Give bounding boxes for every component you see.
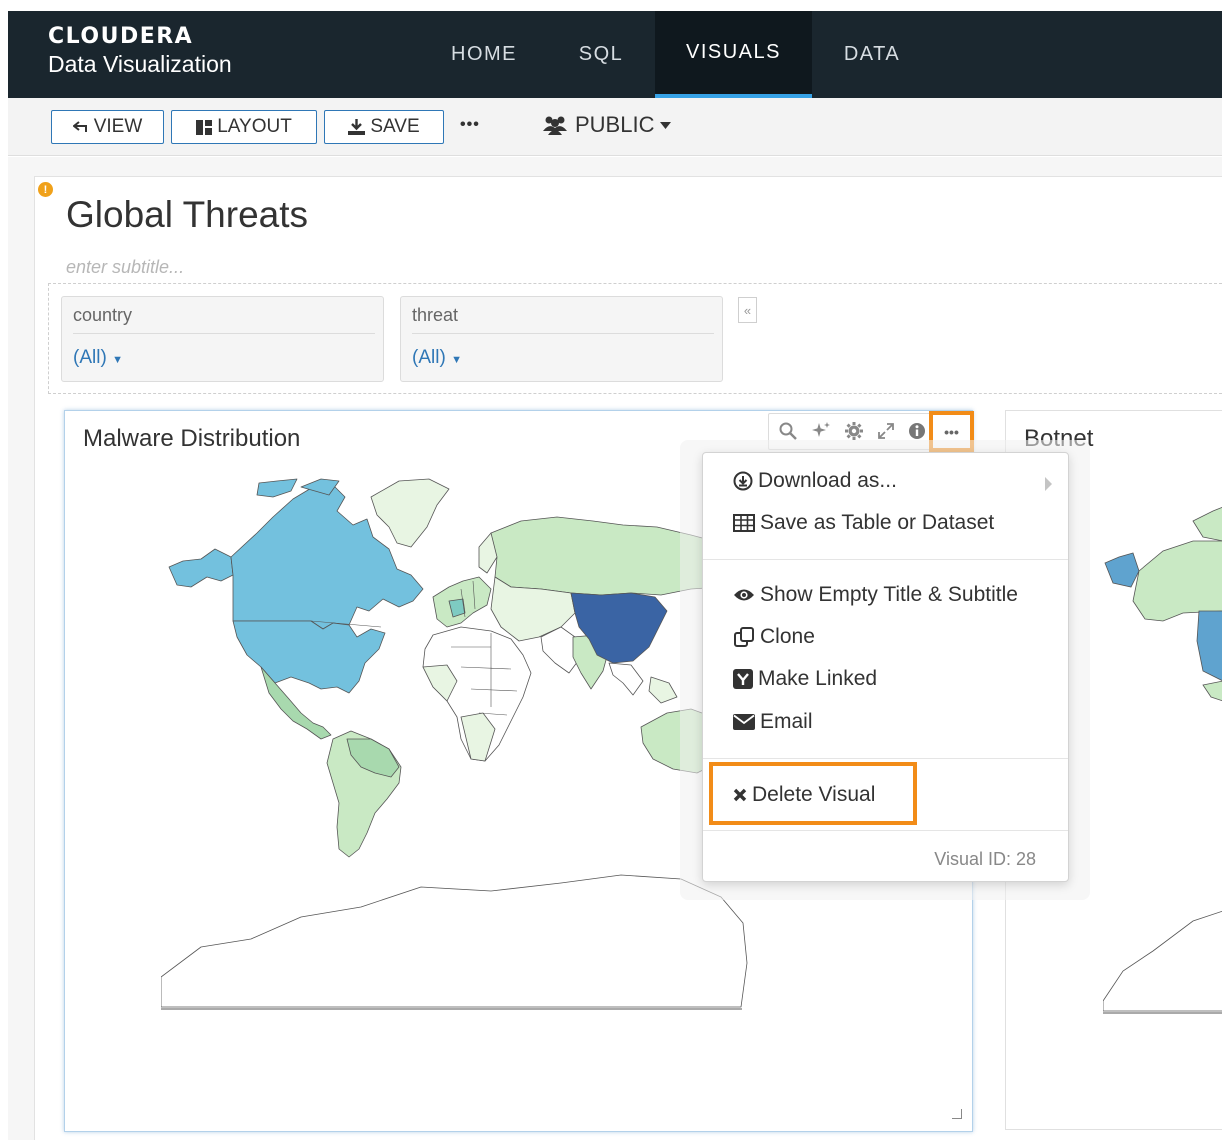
world-map[interactable] bbox=[1103, 501, 1222, 1021]
filter-value-dropdown[interactable]: (All) ▼ bbox=[412, 347, 462, 369]
menu-item-make-linked[interactable]: Make Linked bbox=[733, 667, 877, 691]
filter-country[interactable]: country (All) ▼ bbox=[61, 296, 384, 382]
world-map[interactable] bbox=[161, 477, 761, 1017]
divider bbox=[73, 333, 375, 334]
save-button[interactable]: SAVE bbox=[324, 110, 444, 144]
top-navbar: CLOUDERA Data Visualization HOME SQL VIS… bbox=[8, 11, 1222, 98]
visibility-label: PUBLIC bbox=[575, 112, 655, 137]
link-icon bbox=[733, 669, 753, 689]
download-icon bbox=[348, 119, 366, 135]
nav-tab-visuals[interactable]: VISUALS bbox=[655, 11, 812, 98]
download-circle-icon bbox=[733, 471, 753, 491]
divider bbox=[412, 333, 714, 334]
menu-item-label: Email bbox=[760, 710, 813, 733]
dashboard-subtitle-input[interactable]: enter subtitle... bbox=[66, 257, 184, 278]
dashboard-toolbar: VIEW LAYOUT SAVE ••• PUBLIC bbox=[8, 98, 1222, 156]
envelope-icon bbox=[733, 714, 755, 730]
menu-item-label: Show Empty Title & Subtitle bbox=[760, 583, 1018, 606]
brand[interactable]: CLOUDERA Data Visualization bbox=[48, 25, 232, 79]
layout-icon bbox=[196, 119, 213, 135]
expand-icon[interactable] bbox=[875, 420, 897, 442]
clone-icon bbox=[734, 627, 754, 647]
visibility-dropdown[interactable]: PUBLIC bbox=[541, 112, 672, 138]
nav-tab-sql[interactable]: SQL bbox=[558, 11, 644, 98]
menu-item-show-empty[interactable]: Show Empty Title & Subtitle bbox=[733, 583, 1018, 607]
visual-title[interactable]: Malware Distribution bbox=[83, 425, 300, 453]
view-button-label: VIEW bbox=[93, 116, 143, 137]
collapse-filters-button[interactable]: « bbox=[738, 297, 757, 323]
filter-value-dropdown[interactable]: (All) ▼ bbox=[73, 347, 123, 369]
delete-highlight-box bbox=[709, 762, 917, 825]
menu-item-save-table[interactable]: Save as Table or Dataset bbox=[733, 511, 994, 535]
menu-item-label: Clone bbox=[760, 625, 815, 648]
menu-item-label: Make Linked bbox=[758, 667, 878, 690]
users-icon bbox=[543, 116, 567, 135]
menu-divider bbox=[703, 830, 1068, 831]
product-name: Data Visualization bbox=[48, 51, 232, 77]
menu-divider bbox=[703, 559, 1068, 560]
sparkle-icon[interactable] bbox=[810, 420, 832, 442]
layout-button-label: LAYOUT bbox=[217, 116, 292, 137]
filter-threat[interactable]: threat (All) ▼ bbox=[400, 296, 723, 382]
filter-area: country (All) ▼ threat (All) ▼ « bbox=[48, 283, 1222, 394]
menu-item-label: Save as Table or Dataset bbox=[760, 511, 995, 534]
menu-item-download[interactable]: Download as... bbox=[733, 469, 897, 493]
filter-label: threat bbox=[412, 305, 459, 325]
visual-id-label: Visual ID: 28 bbox=[934, 849, 1036, 869]
brand-logo: CLOUDERA bbox=[48, 24, 194, 49]
nav-tab-data[interactable]: DATA bbox=[820, 11, 924, 98]
caret-down-icon bbox=[660, 121, 672, 129]
menu-item-email[interactable]: Email bbox=[733, 710, 813, 734]
view-button[interactable]: VIEW bbox=[51, 110, 164, 144]
save-button-label: SAVE bbox=[370, 116, 420, 137]
eye-icon bbox=[734, 589, 754, 601]
layout-button[interactable]: LAYOUT bbox=[171, 110, 317, 144]
info-icon[interactable] bbox=[906, 420, 928, 442]
submenu-arrow-icon bbox=[1045, 477, 1052, 491]
back-arrow-icon bbox=[72, 121, 87, 132]
warning-icon[interactable]: ! bbox=[38, 182, 53, 197]
gear-icon[interactable] bbox=[843, 420, 865, 442]
menu-divider bbox=[703, 758, 1068, 759]
table-icon bbox=[733, 514, 755, 532]
filter-label: country bbox=[73, 305, 133, 325]
toolbar-more-button[interactable]: ••• bbox=[460, 116, 480, 134]
menu-item-clone[interactable]: Clone bbox=[733, 625, 815, 649]
search-icon[interactable] bbox=[777, 420, 799, 442]
nav-tab-home[interactable]: HOME bbox=[431, 11, 537, 98]
menu-item-label: Download as... bbox=[758, 469, 897, 492]
resize-handle[interactable] bbox=[952, 1109, 962, 1119]
dashboard-title[interactable]: Global Threats bbox=[66, 194, 308, 236]
